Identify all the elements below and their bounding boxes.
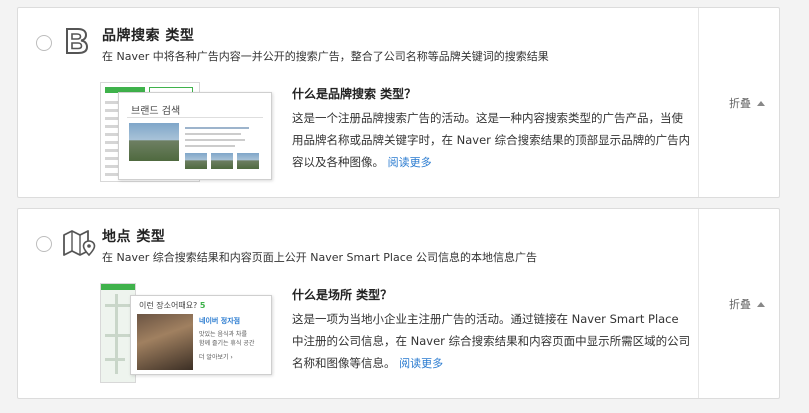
place-preview-image: 이런 장소어때요? 5 네이버 정자점 맛있는 음식과 차를 함께 즐기는 휴식… [100,283,272,387]
info-body-text: 这是一个注册品牌搜索广告的活动。这是一种内容搜索类型的广告产品，当使用品牌名称或… [292,111,691,169]
info-body: 这是一项为当地小企业主注册广告的活动。通过链接在 Naver Smart Pla… [292,308,692,375]
preview-place-name: 네이버 정자점 [199,317,241,325]
read-more-link[interactable]: 阅读更多 [388,156,432,169]
preview-header: 이런 장소어때요? 5 [139,301,206,310]
info-title: 什么是品牌搜索 类型？ [292,87,417,101]
collapse-button[interactable]: 折叠 [729,95,765,111]
collapse-label: 折叠 [729,97,751,110]
caret-up-icon [757,100,765,106]
preview-line: 맛있는 음식과 차를 [199,331,247,338]
info-body: 这是一个注册品牌搜索广告的活动。这是一种内容搜索类型的广告产品，当使用品牌名称或… [292,107,692,174]
preview-header-text: 브랜드 검색 [131,106,181,117]
collapse-label: 折叠 [729,298,751,311]
place-card: 地点 类型 在 Naver 综合搜索结果和内容页面上公开 Naver Smart… [17,208,780,399]
map-pin-icon [63,230,96,257]
collapse-button[interactable]: 折叠 [729,296,765,312]
info-title: 什么是场所 类型？ [292,288,393,302]
brand-search-radio[interactable] [36,35,52,51]
brand-b-icon [66,28,89,54]
card-title: 地点 类型 [102,229,166,245]
caret-up-icon [757,301,765,307]
card-divider [698,8,699,197]
card-description: 在 Naver 中将各种广告内容一并公开的搜索广告，整合了公司名称等品牌关键词的… [102,50,549,63]
card-divider [698,209,699,398]
read-more-link[interactable]: 阅读更多 [399,357,443,370]
brand-search-preview-image: 브랜드 검색 [100,82,272,186]
preview-line: 더 알아보기 › [199,354,233,361]
preview-place-photo [137,314,193,370]
info-body-text: 这是一项为当地小企业主注册广告的活动。通过链接在 Naver Smart Pla… [292,312,691,370]
brand-search-card: 品牌搜索 类型 在 Naver 中将各种广告内容一并公开的搜索广告，整合了公司名… [17,7,780,198]
place-radio[interactable] [36,236,52,252]
preview-line: 함께 즐기는 휴식 공간 [199,340,255,347]
card-title: 品牌搜索 类型 [102,28,195,44]
card-description: 在 Naver 综合搜索结果和内容页面上公开 Naver Smart Place… [102,251,538,264]
